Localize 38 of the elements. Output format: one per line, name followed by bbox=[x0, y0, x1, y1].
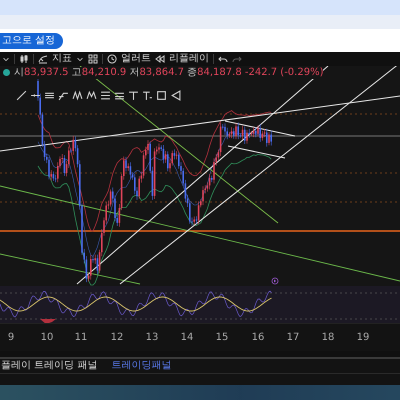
candles-icon[interactable] bbox=[19, 54, 29, 64]
parallel-lines-icon[interactable] bbox=[100, 90, 111, 101]
replay-button[interactable]: 리플레이 bbox=[169, 53, 209, 65]
axis-label: 12 bbox=[110, 331, 124, 345]
grid-icon[interactable] bbox=[88, 54, 98, 64]
zigzag-icon[interactable] bbox=[86, 90, 97, 101]
caret-icon[interactable] bbox=[76, 55, 84, 63]
trend-line-icon[interactable] bbox=[16, 90, 27, 101]
axis-label: 13 bbox=[146, 331, 158, 345]
rectangle-icon[interactable] bbox=[156, 90, 167, 101]
text-icon[interactable] bbox=[128, 90, 139, 101]
axis-label: 17 bbox=[286, 331, 300, 345]
rewind-icon[interactable] bbox=[155, 54, 165, 64]
axis-label: 14 bbox=[180, 331, 194, 345]
text-icon[interactable] bbox=[142, 90, 153, 101]
ohlc-values: 시83,937.5 고84,210.9 저83,864.7 종84,187.8 -242.7 (-0.29%) bbox=[14, 67, 324, 79]
oversold-area bbox=[40, 319, 56, 323]
parallel-lines-icon[interactable] bbox=[114, 90, 125, 101]
axis-label: 18 bbox=[322, 331, 334, 345]
indicators-button[interactable]: 지표 bbox=[52, 53, 72, 65]
axis-label: 15 bbox=[216, 331, 228, 345]
panel-title: 플레이 트레이딩 패널 bbox=[1, 360, 98, 372]
indicators-icon[interactable] bbox=[38, 54, 48, 64]
axis-label: 19 bbox=[356, 331, 370, 345]
undo-icon[interactable] bbox=[218, 54, 228, 64]
zigzag-icon[interactable] bbox=[72, 90, 83, 101]
alert-clock-icon[interactable] bbox=[107, 54, 117, 64]
parallel-lines-icon[interactable] bbox=[44, 90, 55, 101]
axis-label: 10 bbox=[40, 331, 54, 345]
axis-label: 11 bbox=[74, 331, 88, 345]
axis-label: 16 bbox=[252, 331, 264, 345]
play-marker-icon[interactable] bbox=[272, 278, 278, 284]
set-button[interactable]: 고으로 설정 bbox=[0, 33, 64, 49]
redo-icon[interactable] bbox=[232, 54, 242, 64]
chevron-down-icon[interactable] bbox=[2, 55, 10, 63]
axis-label: 9 bbox=[8, 331, 14, 345]
trading-panel-link[interactable]: 트레이딩패널 bbox=[111, 360, 172, 372]
alert-button[interactable]: 얼러트 bbox=[121, 53, 151, 65]
